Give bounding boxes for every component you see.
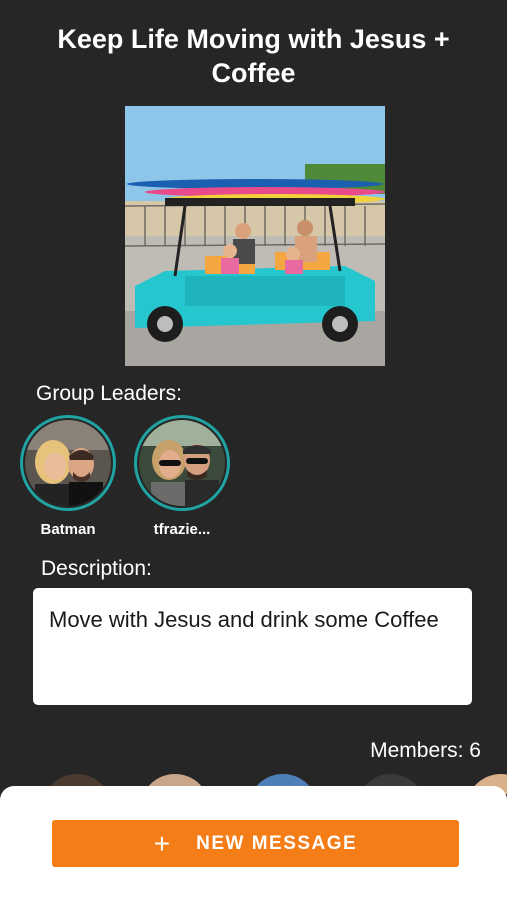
avatar[interactable] — [20, 415, 116, 511]
leader-name: tfrazie... — [153, 521, 211, 538]
couple-sunglasses-avatar — [139, 420, 225, 506]
plus-icon: + — [153, 827, 171, 859]
avatar[interactable] — [134, 415, 230, 511]
members-count: Members: 6 — [370, 739, 481, 762]
leader-batman[interactable]: Batman — [20, 415, 116, 538]
group-detail-screen: Keep Life Moving with Jesus + Coffee Gro… — [0, 0, 507, 900]
new-message-button[interactable]: + NEW MESSAGE — [52, 820, 459, 867]
new-message-label: NEW MESSAGE — [196, 832, 358, 854]
group-cover-photo — [125, 106, 385, 366]
group-leaders-heading: Group Leaders: — [36, 382, 182, 405]
group-title: Keep Life Moving with Jesus + Coffee — [57, 24, 450, 88]
bottom-action-bar: + NEW MESSAGE — [0, 786, 507, 900]
description-text: Move with Jesus and drink some Coffee — [33, 588, 472, 705]
golf-cart-photo-illustration — [125, 106, 385, 366]
couple-selfie-avatar — [25, 420, 111, 506]
leader-tfrazie[interactable]: tfrazie... — [134, 415, 230, 538]
description-heading: Description: — [41, 557, 152, 580]
leader-name: Batman — [40, 521, 96, 538]
